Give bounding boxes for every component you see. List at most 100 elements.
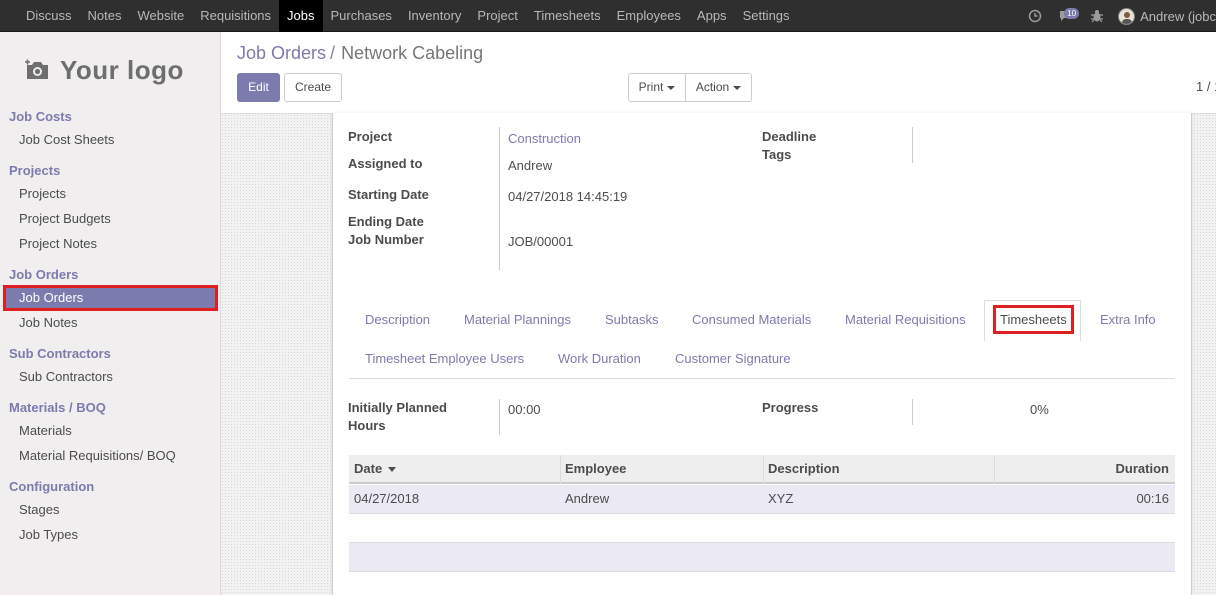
print-dropdown[interactable]: Print bbox=[628, 73, 686, 102]
sidebar-item-job-cost-sheets[interactable]: Job Cost Sheets bbox=[3, 127, 218, 153]
sidebar: Your logo Job Costs Job Cost Sheets Proj… bbox=[0, 32, 221, 595]
sidebar-item-project-budgets[interactable]: Project Budgets bbox=[3, 206, 218, 232]
table-footer bbox=[349, 542, 1175, 572]
sidebar-item-project-notes[interactable]: Project Notes bbox=[3, 231, 218, 257]
tab-material-plannings[interactable]: Material Plannings bbox=[464, 312, 571, 327]
caret-down-icon bbox=[667, 85, 676, 90]
sidebar-section-job-costs: Job Costs bbox=[9, 109, 72, 124]
sidebar-item-stages[interactable]: Stages bbox=[3, 497, 218, 523]
messages-badge: 10 bbox=[1064, 8, 1080, 19]
systray: 10 Andrew (jobc bbox=[1020, 0, 1216, 32]
action-label: Action bbox=[695, 80, 730, 94]
menu-requisitions[interactable]: Requisitions bbox=[192, 0, 279, 32]
tabs-divider bbox=[349, 378, 1175, 379]
menu-discuss[interactable]: Discuss bbox=[18, 0, 80, 32]
tab-description[interactable]: Description bbox=[365, 312, 430, 327]
column-divider bbox=[994, 455, 995, 484]
messages-icon[interactable]: 10 bbox=[1050, 0, 1082, 32]
page-title: Network Cabeling bbox=[341, 43, 484, 63]
menu-apps[interactable]: Apps bbox=[689, 0, 735, 32]
sidebar-item-job-orders[interactable]: Job Orders bbox=[3, 285, 218, 311]
row-date: 04/27/2018 bbox=[354, 491, 420, 506]
avatar bbox=[1118, 7, 1136, 25]
tab-customer-signature[interactable]: Customer Signature bbox=[675, 351, 791, 366]
initially-planned-label: Initially Planned bbox=[348, 400, 447, 415]
column-duration[interactable]: Duration bbox=[1116, 461, 1169, 476]
create-button[interactable]: Create bbox=[284, 73, 342, 102]
menu-settings[interactable]: Settings bbox=[735, 0, 798, 32]
column-employee[interactable]: Employee bbox=[565, 461, 626, 476]
sidebar-item-sub-contractors[interactable]: Sub Contractors bbox=[3, 364, 218, 390]
timesheet-table-header: Date Employee Description Duration bbox=[349, 455, 1175, 484]
breadcrumb-separator: / bbox=[330, 43, 336, 63]
edit-button[interactable]: Edit bbox=[237, 73, 280, 102]
user-name: Andrew (jobc bbox=[1140, 8, 1216, 24]
progress-label: Progress bbox=[762, 400, 819, 415]
row-duration: 00:16 bbox=[1136, 491, 1169, 506]
planned-hours-value: 00:00 bbox=[508, 402, 541, 417]
project-value[interactable]: Construction bbox=[508, 131, 581, 146]
sidebar-section-projects: Projects bbox=[9, 163, 61, 178]
company-logo: Your logo bbox=[25, 46, 201, 94]
assigned-to-value: Andrew bbox=[508, 158, 553, 173]
menu-inventory[interactable]: Inventory bbox=[400, 0, 469, 32]
print-label: Print bbox=[638, 80, 664, 94]
field-divider bbox=[912, 399, 913, 425]
menu-purchases[interactable]: Purchases bbox=[323, 0, 400, 32]
project-label: Project bbox=[348, 129, 393, 144]
column-description[interactable]: Description bbox=[768, 461, 840, 476]
sidebar-section-materials-boq: Materials / BOQ bbox=[9, 400, 106, 415]
job-number-value: JOB/00001 bbox=[508, 234, 574, 249]
tab-material-requisitions[interactable]: Material Requisitions bbox=[845, 312, 966, 327]
column-divider bbox=[763, 455, 764, 484]
sidebar-item-job-types[interactable]: Job Types bbox=[3, 522, 218, 548]
ending-date-label: Ending Date bbox=[348, 214, 424, 229]
table-row[interactable]: 04/27/2018 Andrew XYZ 00:16 bbox=[349, 485, 1175, 514]
tab-extra-info[interactable]: Extra Info bbox=[1100, 312, 1156, 327]
assigned-to-label: Assigned to bbox=[348, 156, 423, 171]
menu-website[interactable]: Website bbox=[129, 0, 192, 32]
camera-icon bbox=[25, 59, 51, 81]
debug-bug-icon[interactable] bbox=[1082, 0, 1112, 32]
app-menu: Discuss Notes Website Requisitions Jobs … bbox=[18, 0, 798, 32]
sort-desc-icon bbox=[388, 467, 397, 473]
deadline-label: Deadline bbox=[762, 129, 817, 144]
job-number-label: Job Number bbox=[348, 232, 424, 247]
tags-label: Tags bbox=[762, 147, 792, 162]
caret-down-icon bbox=[733, 85, 742, 90]
top-navbar: Discuss Notes Website Requisitions Jobs … bbox=[0, 0, 1216, 32]
tab-consumed-materials[interactable]: Consumed Materials bbox=[692, 312, 811, 327]
menu-notes[interactable]: Notes bbox=[80, 0, 130, 32]
sidebar-section-job-orders: Job Orders bbox=[9, 267, 79, 282]
sidebar-item-materials[interactable]: Materials bbox=[3, 418, 218, 444]
column-divider bbox=[560, 455, 561, 484]
field-divider bbox=[499, 127, 500, 270]
menu-jobs[interactable]: Jobs bbox=[279, 0, 323, 32]
timesheets-tab-highlight bbox=[993, 305, 1074, 334]
menu-timesheets[interactable]: Timesheets bbox=[526, 0, 609, 32]
menu-project[interactable]: Project bbox=[469, 0, 525, 32]
starting-date-label: Starting Date bbox=[348, 187, 429, 202]
tab-work-duration[interactable]: Work Duration bbox=[558, 351, 641, 366]
logo-text: Your logo bbox=[60, 54, 184, 85]
row-employee: Andrew bbox=[565, 491, 610, 506]
row-description: XYZ bbox=[768, 491, 794, 506]
sidebar-section-configuration: Configuration bbox=[9, 479, 95, 494]
breadcrumb-job-orders[interactable]: Job Orders bbox=[237, 43, 326, 63]
sidebar-item-material-requisitions-boq[interactable]: Material Requisitions/ BOQ bbox=[3, 443, 218, 469]
menu-employees[interactable]: Employees bbox=[609, 0, 689, 32]
sidebar-item-projects[interactable]: Projects bbox=[3, 181, 218, 207]
action-dropdown[interactable]: Action bbox=[685, 73, 752, 102]
field-divider bbox=[499, 399, 500, 435]
breadcrumb: Job Orders / Network Cabeling bbox=[237, 43, 483, 64]
pager-value[interactable]: 1 / 1 bbox=[1196, 79, 1216, 94]
hours-label: Hours bbox=[348, 418, 386, 433]
sidebar-section-sub-contractors: Sub Contractors bbox=[9, 346, 111, 361]
progress-value: 0% bbox=[1030, 402, 1049, 417]
user-menu[interactable]: Andrew (jobc bbox=[1112, 7, 1216, 25]
sidebar-item-job-notes[interactable]: Job Notes bbox=[3, 310, 218, 336]
clock-icon[interactable] bbox=[1020, 0, 1050, 32]
tab-subtasks[interactable]: Subtasks bbox=[605, 312, 658, 327]
column-date[interactable]: Date bbox=[354, 461, 397, 476]
tab-timesheet-employee-users[interactable]: Timesheet Employee Users bbox=[365, 351, 524, 366]
